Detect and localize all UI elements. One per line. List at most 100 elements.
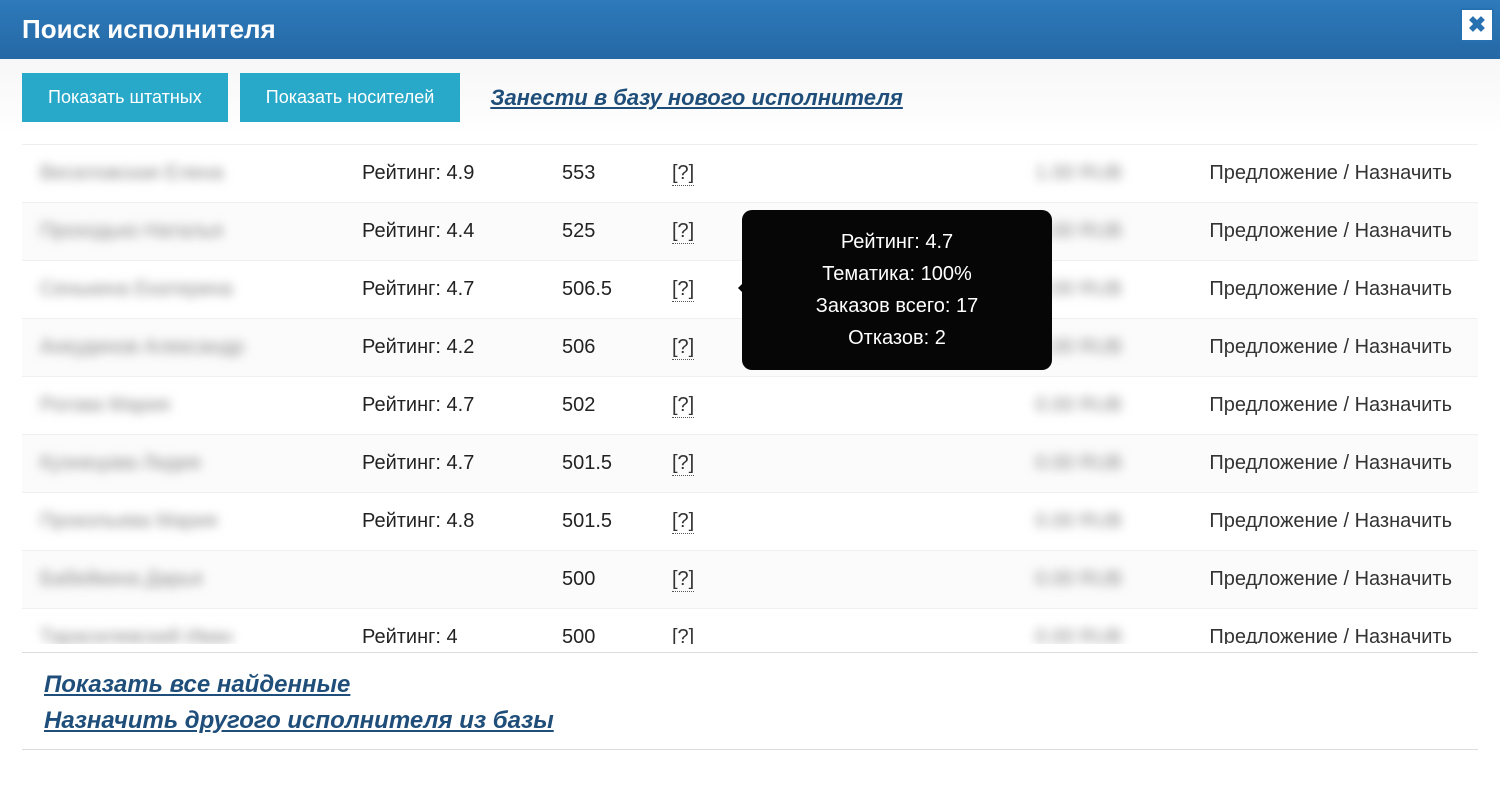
- table-row: Веселовская ЕленаРейтинг: 4.9553[?]1.00 …: [22, 145, 1478, 203]
- performer-price: 0.00 RUB: [962, 568, 1152, 591]
- offer-link[interactable]: Предложение: [1209, 336, 1338, 358]
- action-separator: /: [1338, 510, 1355, 532]
- actions-cell: Предложение / Назначить: [1152, 162, 1478, 185]
- tooltip-line-rating: Рейтинг: 4.7: [768, 226, 1026, 258]
- offer-link[interactable]: Предложение: [1209, 626, 1338, 644]
- modal-header: Поиск исполнителя ✖: [0, 0, 1500, 59]
- help-icon[interactable]: [?]: [672, 394, 694, 418]
- performer-name[interactable]: Анкудинов Александр: [22, 336, 362, 359]
- action-separator: /: [1338, 452, 1355, 474]
- show-native-button[interactable]: Показать носителей: [240, 73, 461, 122]
- modal-title: Поиск исполнителя: [22, 14, 276, 44]
- help-cell: [?]: [672, 626, 962, 644]
- performer-name[interactable]: Сенькина Екатерина: [22, 278, 362, 301]
- help-icon[interactable]: [?]: [672, 452, 694, 476]
- offer-link[interactable]: Предложение: [1209, 220, 1338, 242]
- performer-score: 501.5: [562, 510, 672, 533]
- action-separator: /: [1338, 568, 1355, 590]
- tooltip-orders-label: Заказов всего:: [816, 295, 956, 317]
- help-cell: [?]: [672, 452, 962, 475]
- assign-other-performer-link[interactable]: Назначить другого исполнителя из базы: [44, 703, 1456, 739]
- assign-link[interactable]: Назначить: [1355, 510, 1452, 532]
- table-row: Рогова МарияРейтинг: 4.7502[?] 0.00 RUB Пр…: [22, 377, 1478, 435]
- tooltip-rating-label: Рейтинг:: [841, 231, 926, 253]
- show-all-found-link[interactable]: Показать все найденные: [44, 667, 1456, 703]
- offer-link[interactable]: Предложение: [1209, 568, 1338, 590]
- help-icon[interactable]: [?]: [672, 278, 694, 302]
- tooltip-refusals-label: Отказов:: [848, 327, 935, 349]
- assign-link[interactable]: Назначить: [1355, 394, 1452, 416]
- table-row: Бабейкина Дарья 500[?] 0.00 RUB Предложение…: [22, 551, 1478, 609]
- performer-name[interactable]: Кузнецова Лидия: [22, 452, 362, 475]
- close-button[interactable]: ✖: [1460, 8, 1494, 42]
- tooltip-refusals-value: 2: [935, 327, 946, 349]
- toolbar: Показать штатных Показать носителей Зане…: [0, 59, 1500, 130]
- assign-link[interactable]: Назначить: [1355, 336, 1452, 358]
- performer-score: 500: [562, 568, 672, 591]
- actions-cell: Предложение / Назначить: [1152, 452, 1478, 475]
- action-separator: /: [1338, 220, 1355, 242]
- help-icon[interactable]: [?]: [672, 162, 694, 186]
- performer-name[interactable]: Проходько Наталья: [22, 220, 362, 243]
- tooltip-rating-value: 4.7: [925, 231, 953, 253]
- action-separator: /: [1338, 162, 1355, 184]
- tooltip-line-topic: Тематика: 100%: [768, 258, 1026, 290]
- action-separator: /: [1338, 626, 1355, 644]
- help-cell: [?]: [672, 162, 962, 185]
- actions-cell: Предложение / Назначить: [1152, 278, 1478, 301]
- performer-name[interactable]: Прокопьева Мария: [22, 510, 362, 533]
- assign-link[interactable]: Назначить: [1355, 278, 1452, 300]
- assign-link[interactable]: Назначить: [1355, 162, 1452, 184]
- performer-name[interactable]: Рогова Мария: [22, 394, 362, 417]
- performer-score: 506: [562, 336, 672, 359]
- performer-name[interactable]: Тарасилевский Иван: [22, 626, 362, 644]
- performer-score: 501.5: [562, 452, 672, 475]
- performer-table: Веселовская ЕленаРейтинг: 4.9553[?]1.00 …: [22, 144, 1478, 644]
- performer-price: 0.00 RUB: [962, 394, 1152, 417]
- help-icon[interactable]: [?]: [672, 336, 694, 360]
- tooltip-line-orders: Заказов всего: 17: [768, 290, 1026, 322]
- performer-name[interactable]: Веселовская Елена: [22, 162, 362, 185]
- performer-score: 525: [562, 220, 672, 243]
- tooltip-topic-value: 100%: [921, 263, 972, 285]
- show-staff-button[interactable]: Показать штатных: [22, 73, 228, 122]
- actions-cell: Предложение / Назначить: [1152, 220, 1478, 243]
- footer-divider: [22, 749, 1478, 750]
- help-icon[interactable]: [?]: [672, 220, 694, 244]
- actions-cell: Предложение / Назначить: [1152, 510, 1478, 533]
- help-cell: [?]: [672, 394, 962, 417]
- assign-link[interactable]: Назначить: [1355, 626, 1452, 644]
- offer-link[interactable]: Предложение: [1209, 510, 1338, 532]
- actions-cell: Предложение / Назначить: [1152, 626, 1478, 644]
- help-icon[interactable]: [?]: [672, 510, 694, 534]
- assign-link[interactable]: Назначить: [1355, 452, 1452, 474]
- offer-link[interactable]: Предложение: [1209, 162, 1338, 184]
- help-icon[interactable]: [?]: [672, 626, 694, 644]
- performer-price: 0.00 RUB: [962, 510, 1152, 533]
- footer-links: Показать все найденные Назначить другого…: [22, 652, 1478, 739]
- offer-link[interactable]: Предложение: [1209, 278, 1338, 300]
- performer-score: 506.5: [562, 278, 672, 301]
- tooltip-topic-label: Тематика:: [822, 263, 920, 285]
- performer-rating: Рейтинг: 4.7: [362, 452, 562, 475]
- performer-rating: Рейтинг: 4.7: [362, 394, 562, 417]
- offer-link[interactable]: Предложение: [1209, 394, 1338, 416]
- add-new-performer-link[interactable]: Занести в базу нового исполнителя: [490, 85, 903, 111]
- help-icon[interactable]: [?]: [672, 568, 694, 592]
- help-cell: [?]: [672, 568, 962, 591]
- assign-link[interactable]: Назначить: [1355, 220, 1452, 242]
- action-separator: /: [1338, 336, 1355, 358]
- performer-score: 500: [562, 626, 672, 644]
- close-icon: ✖: [1468, 12, 1486, 38]
- performer-rating: Рейтинг: 4.4: [362, 220, 562, 243]
- assign-link[interactable]: Назначить: [1355, 568, 1452, 590]
- performer-rating: Рейтинг: 4.8: [362, 510, 562, 533]
- performer-name[interactable]: Бабейкина Дарья: [22, 568, 362, 591]
- performer-price: 0.00 RUB: [962, 626, 1152, 644]
- performer-score: 502: [562, 394, 672, 417]
- tooltip-line-refusals: Отказов: 2: [768, 322, 1026, 354]
- offer-link[interactable]: Предложение: [1209, 452, 1338, 474]
- performer-rating: Рейтинг: 4.2: [362, 336, 562, 359]
- performer-rating: Рейтинг: 4: [362, 626, 562, 644]
- performer-rating: Рейтинг: 4.9: [362, 162, 562, 185]
